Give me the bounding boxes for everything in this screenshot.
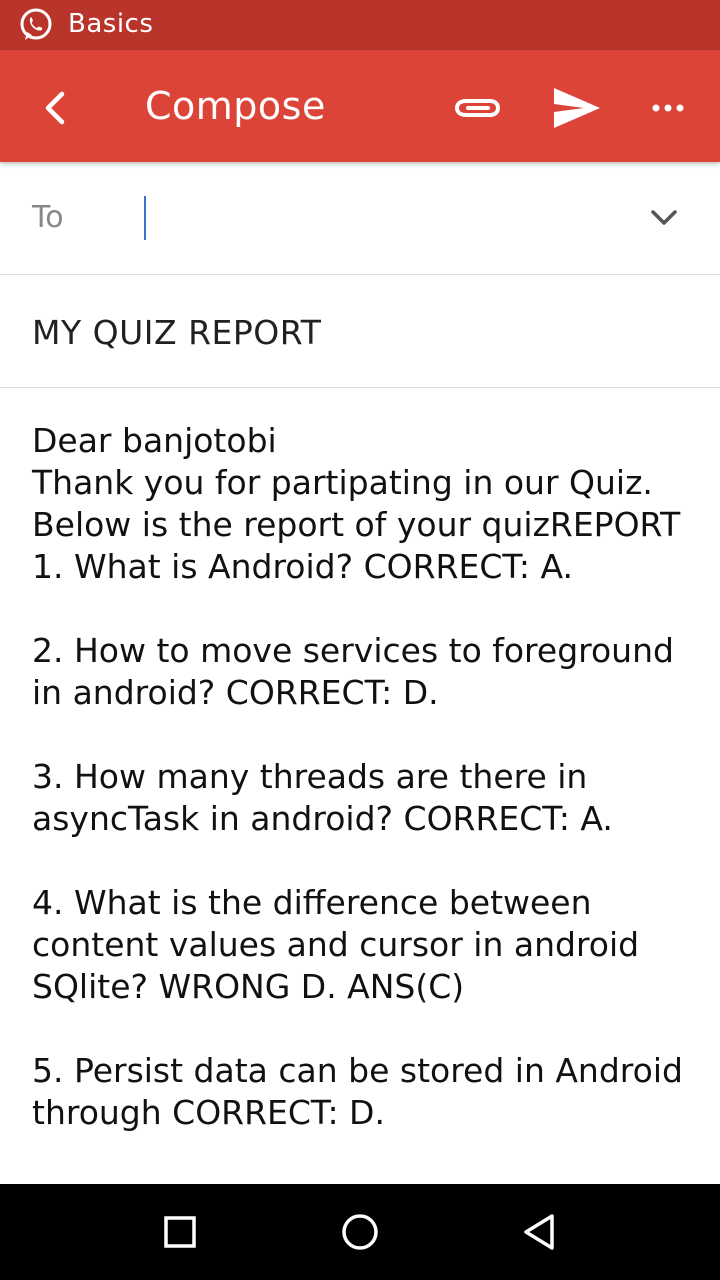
to-label: To (32, 200, 64, 235)
back-triangle-icon[interactable] (516, 1208, 564, 1256)
text-cursor (144, 196, 146, 240)
home-circle-icon[interactable] (336, 1208, 384, 1256)
message-body[interactable]: Dear banjotobi Thank you for partipating… (32, 420, 702, 1134)
to-field-row: To (0, 162, 720, 275)
app-toolbar: Compose (0, 50, 720, 162)
system-nav-bar (0, 1184, 720, 1280)
subject-input[interactable]: MY QUIZ REPORT (32, 313, 321, 352)
paperclip-icon[interactable] (448, 82, 508, 134)
page-title: Compose (145, 84, 326, 128)
chevron-down-icon[interactable] (644, 198, 684, 238)
send-icon[interactable] (546, 80, 606, 136)
subject-field-row[interactable]: MY QUIZ REPORT (0, 275, 720, 388)
status-app-name: Basics (68, 9, 154, 39)
to-input[interactable] (140, 186, 624, 252)
recents-square-icon[interactable] (156, 1208, 204, 1256)
more-options-icon[interactable] (640, 80, 696, 136)
status-bar: Basics (0, 0, 720, 50)
whatsapp-icon (20, 8, 52, 40)
back-arrow-icon[interactable] (28, 80, 84, 136)
